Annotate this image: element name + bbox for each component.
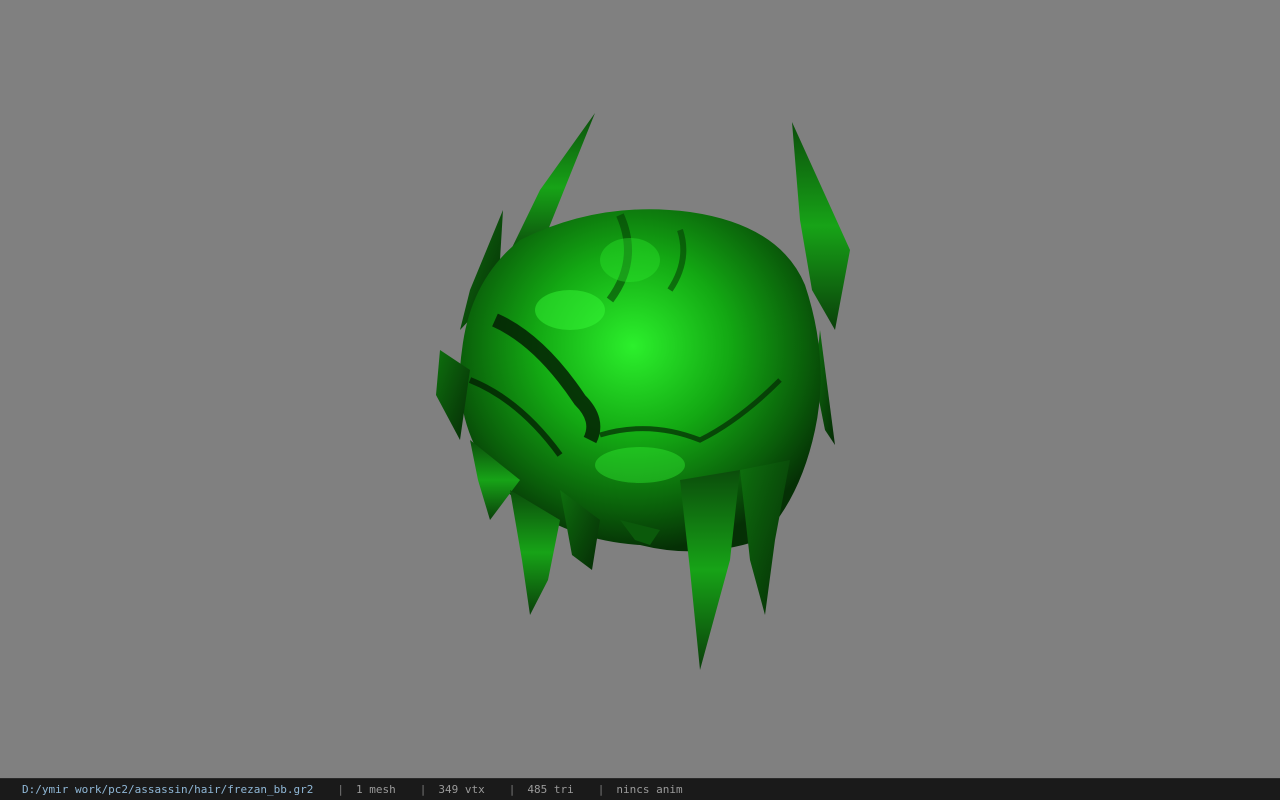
separator: |: [337, 783, 345, 796]
separator: |: [597, 783, 605, 796]
hair-spike-bottom-right: [740, 460, 790, 615]
hair-highlight-2: [595, 447, 685, 483]
separator: |: [419, 783, 427, 796]
vertex-count-label: 349 vtx: [438, 783, 485, 796]
status-bar: D:/ymir work/pc2/assassin/hair/frezan_bb…: [0, 778, 1280, 800]
file-path-label: D:/ymir work/pc2/assassin/hair/frezan_bb…: [22, 783, 314, 796]
animation-status-label: nincs anim: [616, 783, 683, 796]
hair-mesh-render: [436, 113, 850, 670]
hair-highlight-1: [535, 290, 605, 330]
separator: |: [508, 783, 516, 796]
hair-spike-bottom-center: [680, 470, 740, 670]
triangle-count-label: 485 tri: [527, 783, 574, 796]
mesh-count-label: 1 mesh: [356, 783, 396, 796]
3d-viewport[interactable]: [0, 0, 1280, 778]
hair-highlight-3: [600, 238, 660, 282]
